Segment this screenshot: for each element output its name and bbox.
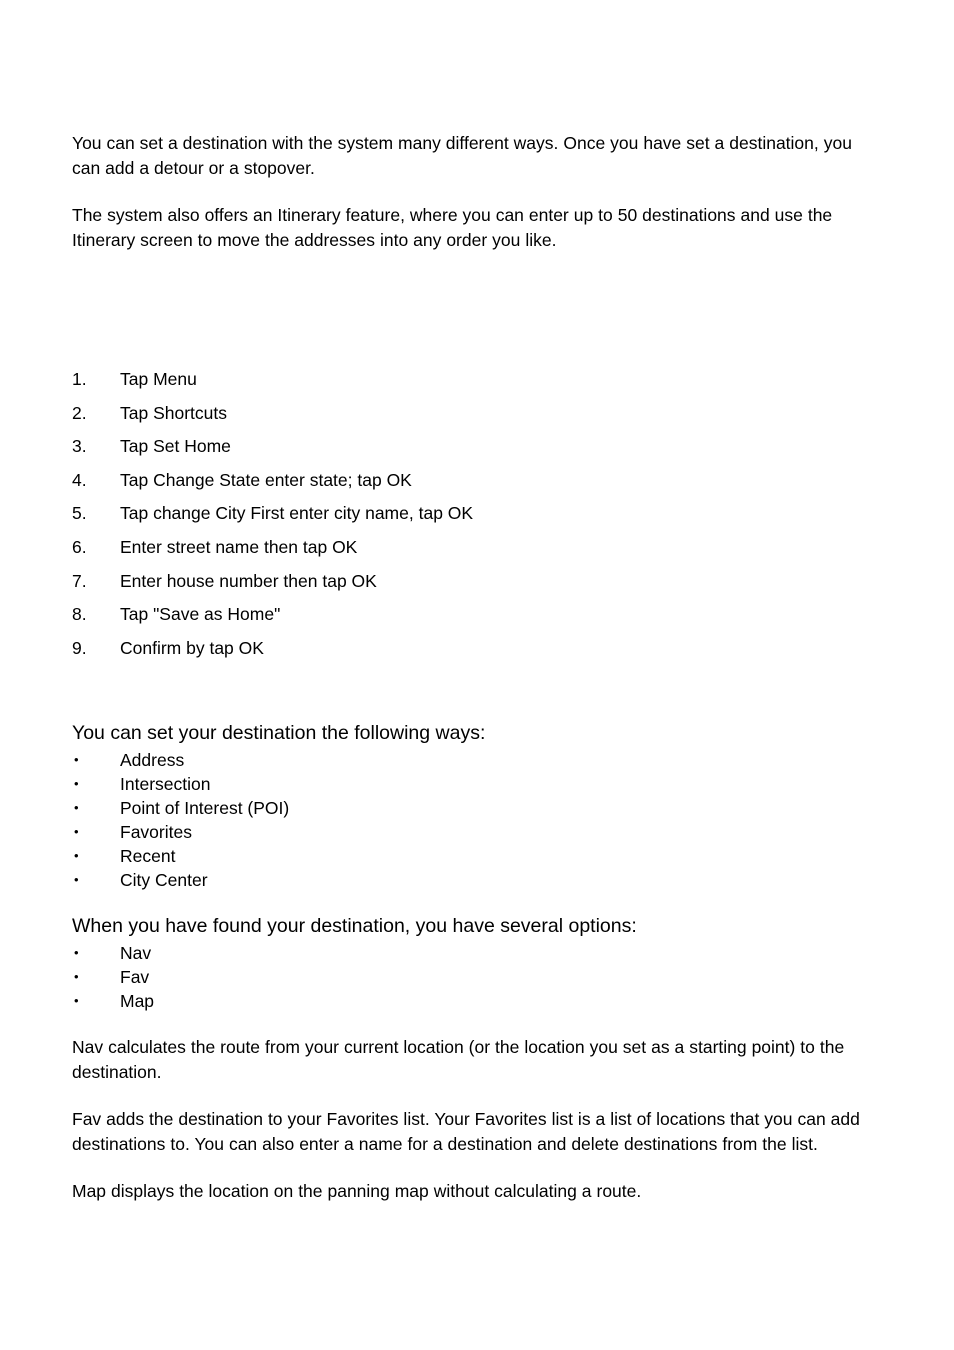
intro-paragraph-1: You can set a destination with the syste… xyxy=(72,133,852,178)
list-item: • Map xyxy=(72,989,865,1013)
list-item: 4. Tap Change State enter state; tap OK xyxy=(72,469,865,503)
list-item-label: City Center xyxy=(120,870,208,891)
list-item-label: Tap "Save as Home" xyxy=(120,604,281,625)
list-item-label: Recent xyxy=(120,846,176,867)
list-item-number: 6. xyxy=(72,536,87,557)
list-item-label: Point of Interest (POI) xyxy=(120,798,290,819)
closing-paragraph-map: Map displays the location on the panning… xyxy=(72,1181,642,1202)
list-item: 8. Tap "Save as Home" xyxy=(72,603,865,637)
list-item-number: 2. xyxy=(72,402,87,423)
procedure-bullets-spacer xyxy=(72,670,865,720)
list-item-label: Tap Set Home xyxy=(120,436,231,457)
destination-methods-heading: You can set your destination the followi… xyxy=(72,722,486,745)
list-item-number: 1. xyxy=(72,369,87,389)
list-item: • Fav xyxy=(72,965,865,989)
list-item: 2. Tap Shortcuts xyxy=(72,402,865,436)
bullet-icon: • xyxy=(74,993,79,1009)
list-item: 3. Tap Set Home xyxy=(72,435,865,469)
list-item-label: Tap Change State enter state; tap OK xyxy=(120,469,412,490)
list-item: • Address xyxy=(72,748,865,772)
closing-paragraph-fav: Fav adds the destination to your Favorit… xyxy=(72,1109,860,1155)
list-item-number: 3. xyxy=(72,436,87,457)
list-item-number: 7. xyxy=(72,570,87,591)
list-item: 1. Tap Menu xyxy=(72,368,865,402)
list-item-label: Tap Shortcuts xyxy=(120,402,227,423)
bullet-icon: • xyxy=(74,776,79,792)
list-item-label: Fav xyxy=(120,967,150,988)
destination-options-list: • Nav • Fav • Map xyxy=(72,941,865,1013)
list-item: • City Center xyxy=(72,868,865,892)
bullet-icon: • xyxy=(74,872,79,888)
list-item-label: Enter house number then tap OK xyxy=(120,570,377,591)
list-item: 7. Enter house number then tap OK xyxy=(72,570,865,604)
list-item-label: Tap change City First enter city name, t… xyxy=(120,503,474,524)
document-page: You can set a destination with the syste… xyxy=(0,0,954,1350)
destination-options-heading: When you have found your destination, yo… xyxy=(72,915,637,938)
list-item-label: Favorites xyxy=(120,822,192,843)
closing-paragraph-nav: Nav calculates the route from your curre… xyxy=(72,1037,845,1083)
list-item: • Favorites xyxy=(72,820,865,844)
bullet-icon: • xyxy=(74,752,79,768)
set-home-procedure-list: 1. Tap Menu 2. Tap Shortcuts 3. Tap Set … xyxy=(72,368,865,670)
list-item-number: 9. xyxy=(72,637,87,658)
destination-methods-list: • Address • Intersection • Point of Inte… xyxy=(72,748,865,892)
bullet-icon: • xyxy=(74,848,79,864)
bullet-icon: • xyxy=(74,969,79,985)
bullet-icon: • xyxy=(74,824,79,840)
list-item: • Recent xyxy=(72,844,865,868)
list-item: • Nav xyxy=(72,941,865,965)
list-item-number: 8. xyxy=(72,604,87,625)
list-item-label: Tap Menu xyxy=(120,369,197,389)
list-item-number: 4. xyxy=(72,469,87,490)
list-item: • Point of Interest (POI) xyxy=(72,796,865,820)
list-item-label: Enter street name then tap OK xyxy=(120,536,358,557)
list-item: 5. Tap change City First enter city name… xyxy=(72,502,865,536)
list-item-label: Nav xyxy=(120,943,152,964)
list-item-label: Map xyxy=(120,991,155,1012)
list-item: • Intersection xyxy=(72,772,865,796)
list-item: 6. Enter street name then tap OK xyxy=(72,536,865,570)
list-item-label: Intersection xyxy=(120,774,211,795)
list-item: 9. Confirm by tap OK xyxy=(72,637,865,671)
list-item-label: Confirm by tap OK xyxy=(120,637,264,658)
intro-paragraph-2: The system also offers an Itinerary feat… xyxy=(72,205,833,250)
bullet-icon: • xyxy=(74,945,79,961)
list-item-label: Address xyxy=(120,750,185,771)
bullet-icon: • xyxy=(74,800,79,816)
list-item-number: 5. xyxy=(72,503,87,524)
